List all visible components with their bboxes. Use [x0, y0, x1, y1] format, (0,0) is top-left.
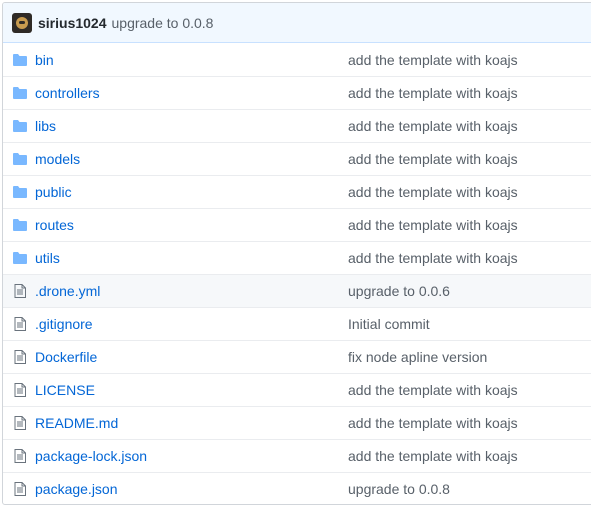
- file-row[interactable]: public add the template with koajs: [3, 175, 591, 208]
- file-name-link[interactable]: utils: [35, 250, 348, 266]
- commit-message-link[interactable]: add the template with koajs: [348, 85, 518, 101]
- file-icon: [13, 317, 27, 331]
- commit-message-link[interactable]: add the template with koajs: [348, 118, 518, 134]
- file-name-link[interactable]: libs: [35, 118, 348, 134]
- file-name-link[interactable]: routes: [35, 217, 348, 233]
- folder-icon: [13, 86, 27, 100]
- file-row[interactable]: utils add the template with koajs: [3, 241, 591, 274]
- commit-message-link[interactable]: add the template with koajs: [348, 151, 518, 167]
- latest-commit-bar: sirius1024 upgrade to 0.0.8: [3, 3, 591, 43]
- file-name-link[interactable]: controllers: [35, 85, 348, 101]
- folder-icon: [13, 218, 27, 232]
- commit-message-link[interactable]: add the template with koajs: [348, 184, 518, 200]
- file-name-link[interactable]: package.json: [35, 481, 348, 497]
- file-row[interactable]: .drone.yml upgrade to 0.0.6: [3, 274, 591, 307]
- file-rows: bin add the template with koajs controller…: [3, 43, 591, 504]
- file-row[interactable]: package.json upgrade to 0.0.8: [3, 472, 591, 504]
- file-icon: [13, 482, 27, 496]
- commit-message[interactable]: upgrade to 0.0.8: [112, 15, 214, 31]
- file-icon: [13, 350, 27, 364]
- file-name-link[interactable]: models: [35, 151, 348, 167]
- folder-icon: [13, 185, 27, 199]
- file-icon: [13, 416, 27, 430]
- file-row[interactable]: .gitignore Initial commit: [3, 307, 591, 340]
- commit-message-link[interactable]: Initial commit: [348, 316, 430, 332]
- file-name-link[interactable]: Dockerfile: [35, 349, 348, 365]
- file-icon: [13, 383, 27, 397]
- commit-message-link[interactable]: upgrade to 0.0.8: [348, 481, 450, 497]
- file-row[interactable]: bin add the template with koajs: [3, 43, 591, 76]
- file-row[interactable]: package-lock.json add the template with k…: [3, 439, 591, 472]
- commit-message-link[interactable]: add the template with koajs: [348, 415, 518, 431]
- commit-message-link[interactable]: add the template with koajs: [348, 217, 518, 233]
- file-name-link[interactable]: .gitignore: [35, 316, 348, 332]
- file-row[interactable]: LICENSE add the template with koajs: [3, 373, 591, 406]
- file-row[interactable]: libs add the template with koajs: [3, 109, 591, 142]
- file-row[interactable]: README.md add the template with koajs: [3, 406, 591, 439]
- file-row[interactable]: Dockerfile fix node apline version: [3, 340, 591, 373]
- commit-message-link[interactable]: add the template with koajs: [348, 382, 518, 398]
- file-name-link[interactable]: public: [35, 184, 348, 200]
- commit-message-link[interactable]: fix node apline version: [348, 349, 487, 365]
- commit-message-link[interactable]: upgrade to 0.0.6: [348, 283, 450, 299]
- file-name-link[interactable]: package-lock.json: [35, 448, 348, 464]
- folder-icon: [13, 152, 27, 166]
- commit-author[interactable]: sirius1024: [38, 15, 107, 31]
- file-name-link[interactable]: LICENSE: [35, 382, 348, 398]
- author-avatar[interactable]: [12, 12, 32, 33]
- file-icon: [13, 449, 27, 463]
- commit-message-link[interactable]: add the template with koajs: [348, 250, 518, 266]
- commit-message-link[interactable]: add the template with koajs: [348, 52, 518, 68]
- file-name-link[interactable]: README.md: [35, 415, 348, 431]
- folder-icon: [13, 119, 27, 133]
- file-row[interactable]: controllers add the template with koajs: [3, 76, 591, 109]
- commit-message-link[interactable]: add the template with koajs: [348, 448, 518, 464]
- folder-icon: [13, 53, 27, 67]
- file-row[interactable]: models add the template with koajs: [3, 142, 591, 175]
- file-name-link[interactable]: .drone.yml: [35, 283, 348, 299]
- file-icon: [13, 284, 27, 298]
- file-name-link[interactable]: bin: [35, 52, 348, 68]
- file-row[interactable]: routes add the template with koajs: [3, 208, 591, 241]
- file-list: sirius1024 upgrade to 0.0.8 bin add the t…: [2, 2, 591, 505]
- folder-icon: [13, 251, 27, 265]
